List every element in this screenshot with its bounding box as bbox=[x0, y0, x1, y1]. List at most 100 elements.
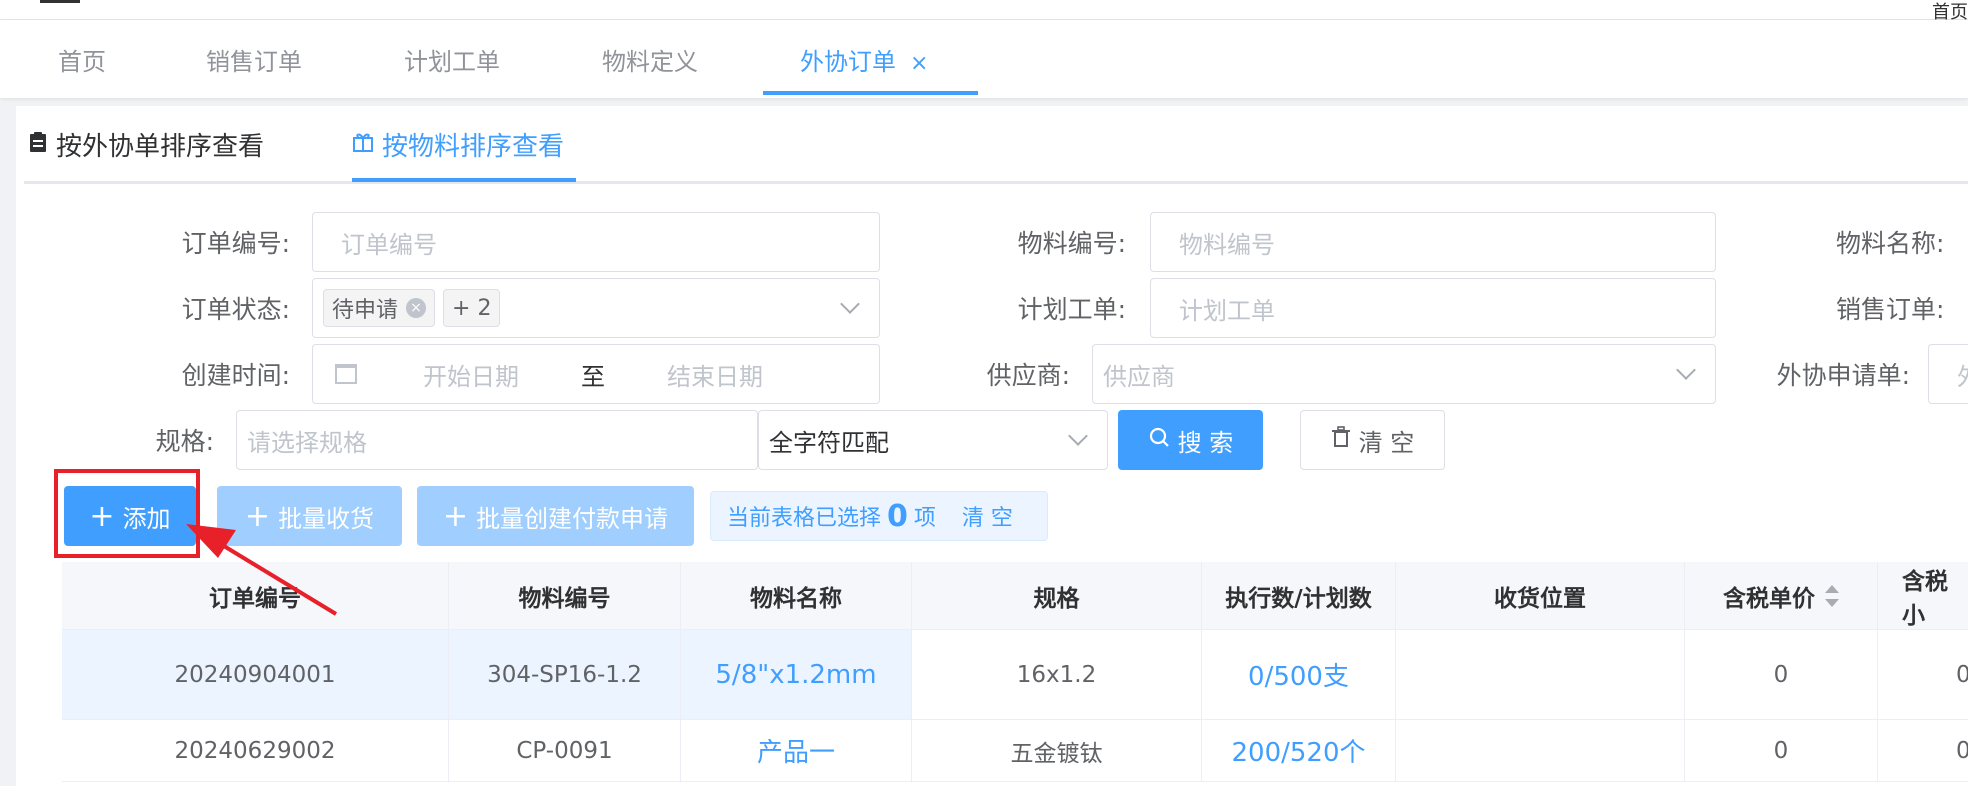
end-date-placeholder[interactable]: 结束日期 bbox=[667, 357, 763, 392]
column-header[interactable]: 含税小 bbox=[1878, 562, 1968, 630]
search-button-label: 搜 索 bbox=[1177, 428, 1234, 457]
clear-selection-link[interactable]: 清 空 bbox=[962, 500, 1013, 532]
table-cell: 16x1.2 bbox=[912, 630, 1202, 719]
spec-input[interactable]: 请选择规格 bbox=[236, 410, 758, 470]
clear-button[interactable]: 清 空 bbox=[1300, 410, 1445, 470]
table-cell bbox=[1396, 720, 1685, 781]
table-cell: 20240629002 bbox=[62, 720, 449, 781]
tab-label: 按外协单排序查看 bbox=[56, 132, 265, 162]
outsource-apply-label: 外协申请单: bbox=[1776, 361, 1910, 390]
material-name-link[interactable]: 产品一 bbox=[681, 720, 912, 781]
tags-view: 首页 销售订单 计划工单 物料定义 外协订单 × bbox=[0, 20, 1968, 98]
column-header[interactable]: 规格 bbox=[912, 562, 1202, 630]
selection-prefix: 当前表格已选择 bbox=[727, 506, 882, 531]
chevron-down-icon bbox=[1676, 360, 1696, 380]
placeholder: 供应商 bbox=[1103, 362, 1175, 391]
progress-link[interactable]: 0/500支 bbox=[1202, 630, 1396, 719]
table-cell: 0 bbox=[1685, 630, 1878, 719]
sort-icon[interactable] bbox=[1825, 585, 1839, 607]
top-bar: 首页 bbox=[0, 0, 1968, 23]
search-icon bbox=[1148, 426, 1170, 454]
material-no-label: 物料编号: bbox=[1017, 229, 1126, 258]
plus-icon: + bbox=[244, 498, 271, 534]
order-no-label: 订单编号: bbox=[181, 229, 290, 258]
chevron-down-icon bbox=[840, 294, 860, 314]
match-mode-select[interactable]: 全字符匹配 bbox=[758, 410, 1108, 470]
order-no-input[interactable]: 订单编号 bbox=[312, 212, 880, 272]
placeholder: 请选择规格 bbox=[247, 428, 367, 457]
table-cell bbox=[1396, 630, 1685, 719]
tag-sales-order[interactable]: 销售订单 bbox=[206, 42, 302, 94]
column-header-sortable[interactable]: 含税单价 bbox=[1685, 562, 1878, 630]
table-cell: CP-0091 bbox=[449, 720, 681, 781]
search-button[interactable]: 搜 索 bbox=[1118, 410, 1263, 470]
tab-by-outsource-order[interactable]: 按外协单排序查看 bbox=[28, 126, 264, 163]
batch-payment-button-label: 批量创建付款申请 bbox=[476, 504, 669, 533]
material-name-label: 物料名称: bbox=[1836, 229, 1945, 258]
batch-receive-button-label: 批量收货 bbox=[278, 504, 375, 533]
plan-order-label: 计划工单: bbox=[1017, 295, 1126, 324]
plus-icon: + bbox=[442, 498, 469, 534]
selection-count: 0 bbox=[887, 498, 908, 534]
table-cell: 五金镀钛 bbox=[912, 720, 1202, 781]
selection-info: 当前表格已选择 0 项 清 空 bbox=[710, 491, 1048, 541]
column-header-label: 含税单价 bbox=[1723, 586, 1815, 612]
supplier-select[interactable]: 供应商 bbox=[1092, 344, 1716, 404]
material-no-input[interactable]: 物料编号 bbox=[1150, 212, 1716, 272]
gift-icon bbox=[352, 130, 374, 160]
table-cell: 304-SP16-1.2 bbox=[449, 630, 681, 719]
view-tabs: 按外协单排序查看 按物料排序查看 bbox=[24, 116, 1968, 184]
table-cell: 20240904001 bbox=[62, 630, 449, 719]
trash-icon bbox=[1331, 426, 1351, 454]
column-header[interactable]: 物料名称 bbox=[681, 562, 912, 630]
match-mode-value: 全字符匹配 bbox=[769, 428, 889, 457]
tag-material-definition[interactable]: 物料定义 bbox=[602, 42, 698, 94]
create-time-range-picker[interactable]: 开始日期 至 结束日期 bbox=[312, 344, 880, 404]
table-cell: 0 bbox=[1956, 737, 1968, 764]
clear-button-label: 清 空 bbox=[1358, 428, 1415, 457]
status-tag: 待申请 × bbox=[323, 289, 436, 327]
spec-label: 规格: bbox=[155, 427, 214, 456]
placeholder: 物料编号 bbox=[1179, 230, 1275, 259]
sales-order-label: 销售订单: bbox=[1836, 295, 1945, 324]
tab-by-material[interactable]: 按物料排序查看 bbox=[352, 126, 564, 163]
table-header: 订单编号 物料编号 物料名称 规格 执行数/计划数 收货位置 含税单价 含税小 bbox=[62, 562, 1968, 630]
selection-suffix: 项 bbox=[913, 506, 936, 531]
create-time-label: 创建时间: bbox=[181, 361, 290, 390]
progress-link[interactable]: 200/520个 bbox=[1202, 720, 1396, 781]
order-status-select[interactable]: 待申请 × + 2 bbox=[312, 278, 880, 338]
table-cell: 0 bbox=[1685, 720, 1878, 781]
plan-order-input[interactable]: 计划工单 bbox=[1150, 278, 1716, 338]
supplier-label: 供应商: bbox=[986, 361, 1070, 390]
batch-payment-button[interactable]: + 批量创建付款申请 bbox=[417, 486, 694, 546]
placeholder: 订单编号 bbox=[341, 230, 437, 259]
outsource-apply-input[interactable]: 外 bbox=[1928, 344, 1968, 404]
close-icon[interactable]: × bbox=[910, 51, 928, 76]
column-header[interactable]: 物料编号 bbox=[449, 562, 681, 630]
table-cell: 0 bbox=[1956, 661, 1968, 688]
annotation-highlight-box bbox=[54, 469, 200, 558]
batch-receive-button[interactable]: + 批量收货 bbox=[217, 486, 402, 546]
placeholder: 计划工单 bbox=[1179, 296, 1275, 325]
start-date-placeholder[interactable]: 开始日期 bbox=[423, 357, 581, 392]
more-tags-badge: + 2 bbox=[443, 289, 501, 327]
placeholder: 外 bbox=[1957, 357, 1968, 392]
column-header[interactable]: 收货位置 bbox=[1396, 562, 1685, 630]
clipboard-icon bbox=[28, 130, 48, 160]
chevron-down-icon bbox=[1068, 426, 1088, 446]
menu-toggle-icon[interactable] bbox=[40, 0, 80, 3]
tag-plan-order[interactable]: 计划工单 bbox=[404, 42, 500, 94]
active-tag-indicator bbox=[763, 91, 978, 95]
tag-home[interactable]: 首页 bbox=[58, 42, 106, 94]
column-header[interactable]: 执行数/计划数 bbox=[1202, 562, 1396, 630]
active-view-tab-indicator bbox=[352, 178, 576, 182]
table-row[interactable]: 20240629002 CP-0091 产品一 五金镀钛 200/520个 0 … bbox=[62, 720, 1968, 782]
column-header[interactable]: 订单编号 bbox=[62, 562, 449, 630]
tag-outsource-order[interactable]: 外协订单 × bbox=[800, 42, 928, 94]
close-icon[interactable]: × bbox=[406, 298, 427, 318]
material-name-link[interactable]: 5/8"x1.2mm bbox=[681, 630, 912, 719]
calendar-icon bbox=[335, 364, 357, 384]
range-separator: 至 bbox=[581, 362, 605, 391]
order-status-label: 订单状态: bbox=[181, 295, 290, 324]
table-row[interactable]: 20240904001 304-SP16-1.2 5/8"x1.2mm 16x1… bbox=[62, 630, 1968, 720]
